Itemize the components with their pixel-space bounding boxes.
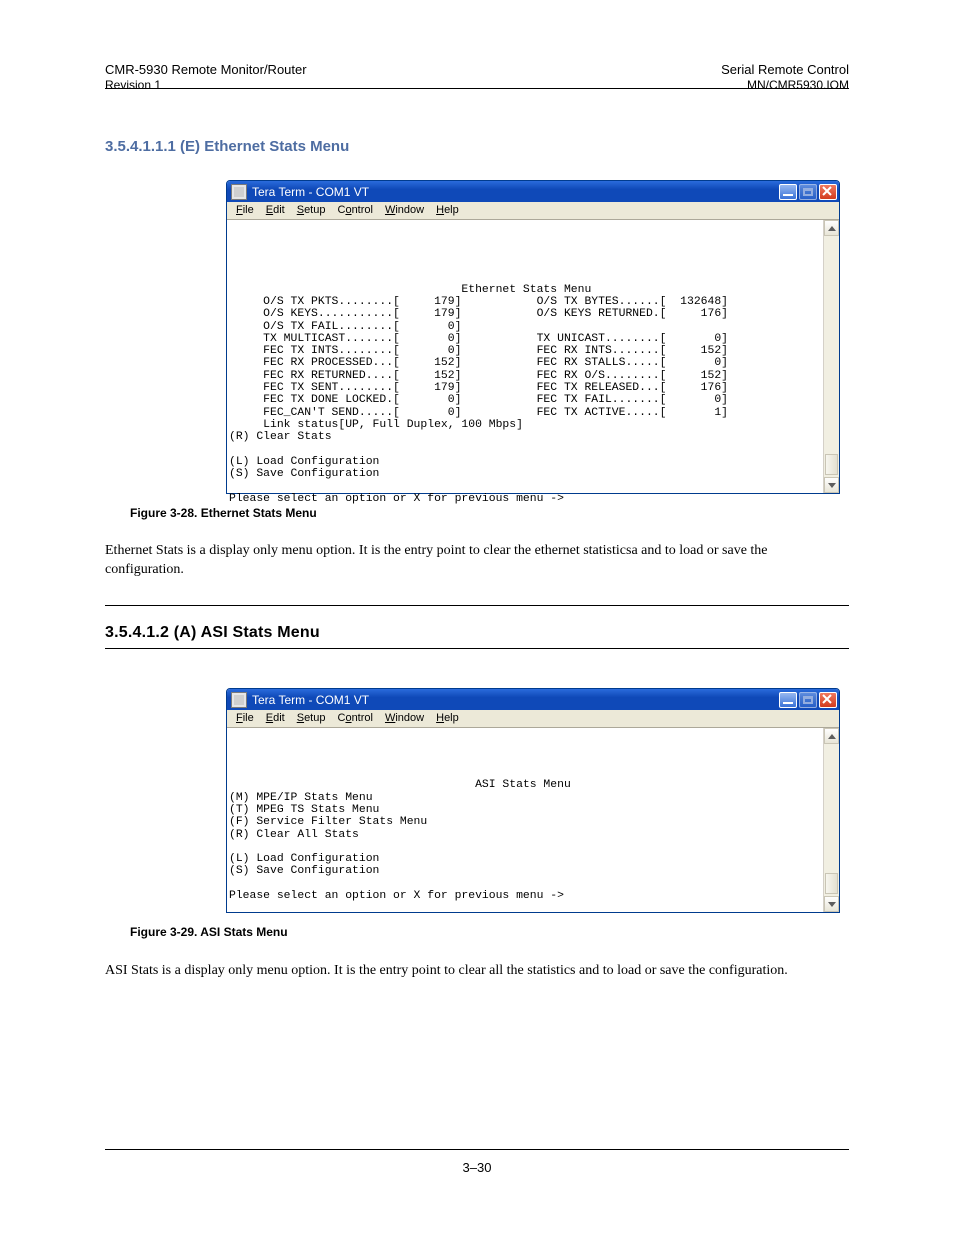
menu-setup[interactable]: Setup [291,202,332,219]
terminal-window-asi: Tera Term - COM1 VT File Edit Setup Cont… [226,688,840,913]
close-button[interactable] [819,692,837,708]
vertical-scrollbar[interactable] [823,728,839,912]
scroll-up-icon[interactable] [824,728,839,744]
maximize-button[interactable] [799,184,817,200]
menu-window[interactable]: Window [379,710,430,727]
close-button[interactable] [819,184,837,200]
menu-file[interactable]: File [230,710,260,727]
page-number: 3–30 [463,1160,492,1175]
window-title: Tera Term - COM1 VT [252,693,779,707]
section-b-heading: 3.5.4.1.2 (A) ASI Stats Menu [105,624,320,642]
menu-file[interactable]: File [230,202,260,219]
menu-edit[interactable]: Edit [260,202,291,219]
menu-control[interactable]: Control [331,202,378,219]
menu-window[interactable]: Window [379,202,430,219]
revision-line: Revision 1 [105,78,161,92]
minimize-button[interactable] [779,184,797,200]
scroll-up-icon[interactable] [824,220,839,236]
menu-help[interactable]: Help [430,710,465,727]
scroll-thumb[interactable] [825,454,838,475]
scroll-down-icon[interactable] [824,477,839,493]
scroll-thumb[interactable] [825,873,838,894]
window-title: Tera Term - COM1 VT [252,185,779,199]
menubar: File Edit Setup Control Window Help [227,202,839,220]
scroll-down-icon[interactable] [824,896,839,912]
maximize-button[interactable] [799,692,817,708]
menu-setup[interactable]: Setup [291,710,332,727]
app-icon [231,692,247,708]
manual-id: MN/CMR5930.IOM [747,78,849,92]
menubar: File Edit Setup Control Window Help [227,710,839,728]
menu-control[interactable]: Control [331,710,378,727]
titlebar[interactable]: Tera Term - COM1 VT [227,181,839,202]
product-name: CMR-5930 Remote Monitor/Router [105,62,307,77]
terminal-content-a: Ethernet Stats Menu O/S TX PKTS........[… [227,220,839,507]
section-a-heading: 3.5.4.1.1.1 (E) Ethernet Stats Menu [105,138,349,155]
figure-a-caption: Figure 3-28. Ethernet Stats Menu [130,506,317,520]
titlebar[interactable]: Tera Term - COM1 VT [227,689,839,710]
section-b-body: ASI Stats is a display only menu option.… [105,962,849,981]
menu-edit[interactable]: Edit [260,710,291,727]
terminal-content-b: ASI Stats Menu (M) MPE/IP Stats Menu (T)… [227,728,839,904]
minimize-button[interactable] [779,692,797,708]
section-a-body: Ethernet Stats is a display only menu op… [105,542,849,580]
app-icon [231,184,247,200]
menu-help[interactable]: Help [430,202,465,219]
running-head-right: Serial Remote Control [721,62,849,77]
figure-b-caption: Figure 3-29. ASI Stats Menu [130,925,288,939]
terminal-window-ethernet: Tera Term - COM1 VT File Edit Setup Cont… [226,180,840,494]
vertical-scrollbar[interactable] [823,220,839,493]
